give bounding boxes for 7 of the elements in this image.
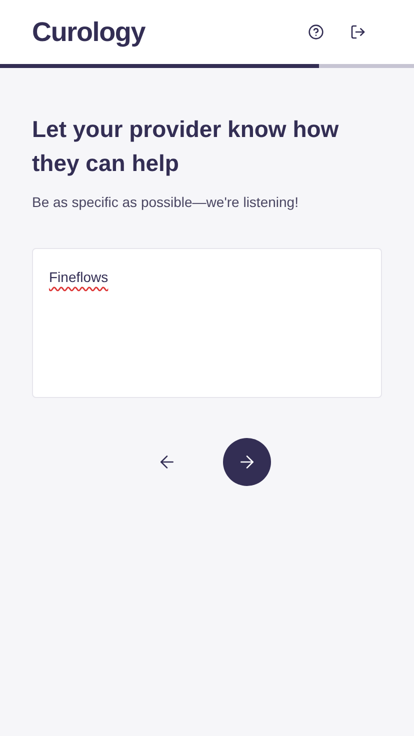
question-subtitle: Be as specific as possible—we're listening!	[32, 193, 300, 212]
question-title: Let your provider know how they can help	[32, 115, 340, 178]
logout-icon[interactable]	[350, 24, 366, 40]
help-icon[interactable]	[308, 24, 324, 40]
logo[interactable]: Curology	[32, 12, 146, 52]
next-button[interactable]	[223, 438, 271, 486]
answer-field[interactable]: Fineflows	[32, 248, 382, 398]
